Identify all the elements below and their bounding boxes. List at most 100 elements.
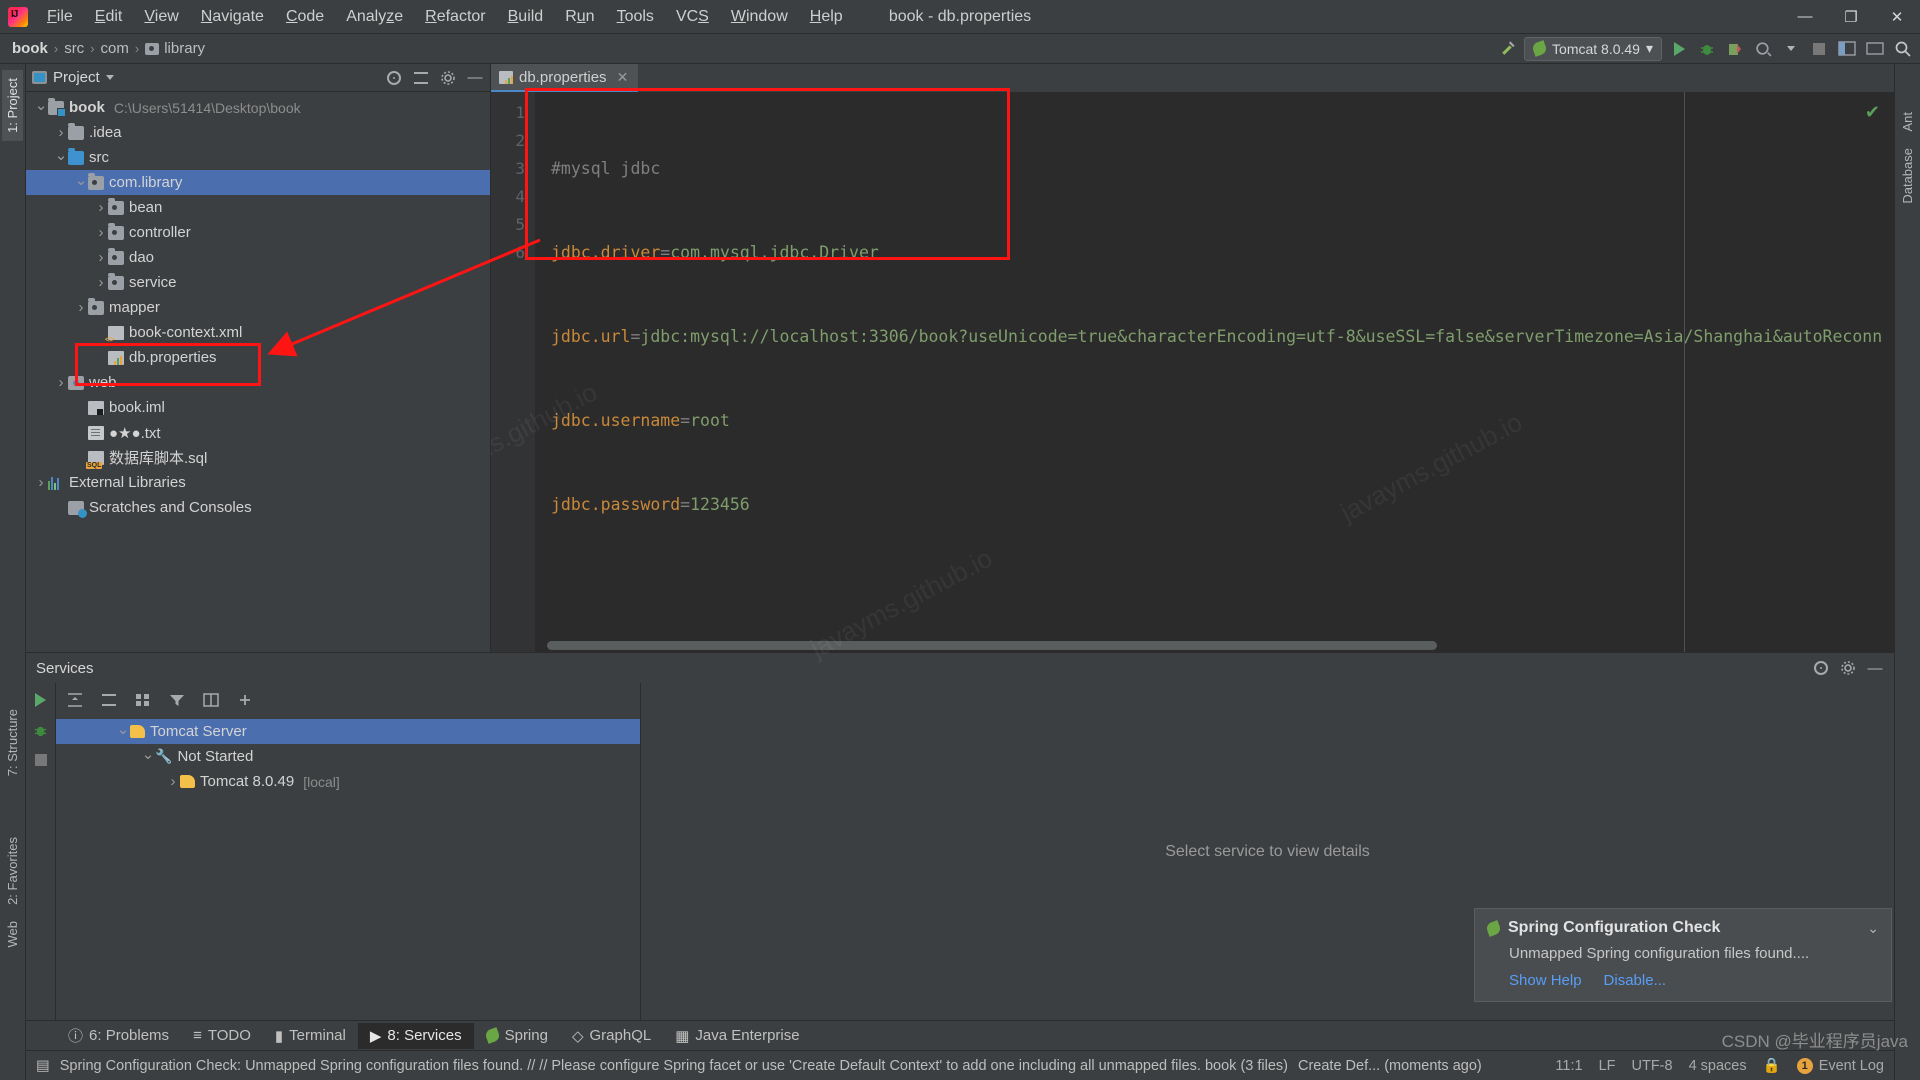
tree-item-src[interactable]: src xyxy=(26,145,490,170)
layout-icon[interactable] xyxy=(1836,38,1858,60)
chevron-right-icon[interactable] xyxy=(54,374,68,391)
event-log-button[interactable]: 1 Event Log xyxy=(1797,1058,1884,1074)
add-icon[interactable] xyxy=(236,691,254,709)
tree-item-book-iml[interactable]: book.iml xyxy=(26,395,490,420)
tree-item-book-context-xml[interactable]: <> book-context.xml xyxy=(26,320,490,345)
breadcrumb-item-src[interactable]: src xyxy=(58,38,90,59)
collapse-all-icon[interactable] xyxy=(100,691,118,709)
close-icon[interactable]: ✕ xyxy=(617,69,629,86)
tree-item-txt[interactable]: ●★●.txt xyxy=(26,420,490,445)
run-configuration-selector[interactable]: Tomcat 8.0.49 ▾ xyxy=(1524,37,1662,61)
menu-help[interactable]: Help xyxy=(799,3,854,31)
chevron-right-icon[interactable] xyxy=(94,224,108,241)
menu-tools[interactable]: Tools xyxy=(606,3,665,31)
chevron-right-icon[interactable] xyxy=(74,299,88,316)
minimize-button[interactable]: — xyxy=(1782,0,1828,34)
tool-tab-todo[interactable]: ≡ TODO xyxy=(181,1023,263,1048)
service-item-tomcat-server[interactable]: Tomcat Server xyxy=(56,719,640,744)
chevron-down-icon[interactable] xyxy=(141,748,155,766)
debug-service-icon[interactable] xyxy=(32,721,50,739)
breadcrumb-item-book[interactable]: book xyxy=(6,38,54,59)
horizontal-scrollbar[interactable] xyxy=(547,641,1437,650)
hide-icon[interactable]: — xyxy=(1866,659,1884,677)
chevron-right-icon[interactable] xyxy=(34,474,48,491)
services-tree[interactable]: Tomcat Server 🔧 Not Started Tomcat 8.0.4 xyxy=(56,717,640,1020)
expand-all-icon[interactable] xyxy=(66,691,84,709)
close-button[interactable]: ✕ xyxy=(1874,0,1920,34)
breadcrumb-item-com[interactable]: com xyxy=(95,38,135,59)
locate-file-icon[interactable] xyxy=(385,69,403,87)
inspection-status-icon[interactable]: ✔ xyxy=(1865,102,1880,123)
open-tab-icon[interactable] xyxy=(202,691,220,709)
search-icon[interactable] xyxy=(1892,38,1914,60)
lock-icon[interactable]: 🔒 xyxy=(1763,1057,1781,1074)
indent-setting[interactable]: 4 spaces xyxy=(1689,1058,1747,1074)
stop-service-icon[interactable] xyxy=(32,751,50,769)
stop-icon[interactable] xyxy=(1808,38,1830,60)
tool-tab-problems[interactable]: ⓘ 6: Problems xyxy=(56,1021,181,1050)
breadcrumb-item-library[interactable]: library xyxy=(139,38,211,59)
profile-icon[interactable] xyxy=(1752,38,1774,60)
gear-icon[interactable] xyxy=(439,69,457,87)
filter-icon[interactable] xyxy=(168,691,186,709)
service-item-tomcat-local[interactable]: Tomcat 8.0.49 [local] xyxy=(56,769,640,794)
locate-icon[interactable] xyxy=(1812,659,1830,677)
code-content[interactable]: #mysql jdbc jdbc.driver=com.mysql.jdbc.D… xyxy=(535,92,1894,652)
gear-icon[interactable] xyxy=(1839,659,1857,677)
tree-item-external-libraries[interactable]: External Libraries xyxy=(26,470,490,495)
chevron-right-icon[interactable] xyxy=(94,199,108,216)
menu-code[interactable]: Code xyxy=(275,3,335,31)
menu-window[interactable]: Window xyxy=(720,3,799,31)
line-separator[interactable]: LF xyxy=(1599,1058,1616,1074)
disable-link[interactable]: Disable... xyxy=(1604,972,1667,989)
chevron-down-icon[interactable]: ⌄ xyxy=(1867,920,1879,937)
debug-icon[interactable] xyxy=(1696,38,1718,60)
build-icon[interactable] xyxy=(1496,38,1518,60)
tree-item-service[interactable]: service xyxy=(26,270,490,295)
tool-tab-spring[interactable]: Spring xyxy=(474,1023,560,1048)
chevron-down-icon[interactable] xyxy=(116,723,130,741)
tree-item-web[interactable]: web xyxy=(26,370,490,395)
tree-item-controller[interactable]: controller xyxy=(26,220,490,245)
chevron-right-icon[interactable] xyxy=(94,249,108,266)
sidebar-item-favorites[interactable]: 2: Favorites xyxy=(2,829,23,913)
collapse-all-icon[interactable] xyxy=(412,69,430,87)
menu-refactor[interactable]: Refactor xyxy=(414,3,496,31)
menu-analyze[interactable]: Analyze xyxy=(335,3,414,31)
menu-navigate[interactable]: Navigate xyxy=(190,3,275,31)
tree-item-dao[interactable]: dao xyxy=(26,245,490,270)
status-action[interactable]: Create Def... (moments ago) xyxy=(1298,1058,1482,1074)
menu-build[interactable]: Build xyxy=(497,3,555,31)
menu-vcs[interactable]: VCS xyxy=(665,3,720,31)
sidebar-item-structure[interactable]: 7: Structure xyxy=(2,701,23,784)
menu-run[interactable]: Run xyxy=(554,3,605,31)
tool-tab-terminal[interactable]: ▮ Terminal xyxy=(263,1023,358,1049)
menu-view[interactable]: View xyxy=(133,3,189,31)
chevron-down-icon[interactable] xyxy=(74,174,88,192)
tree-item-sql[interactable]: SQL 数据库脚本.sql xyxy=(26,445,490,470)
coverage-icon[interactable] xyxy=(1724,38,1746,60)
maximize-button[interactable]: ❐ xyxy=(1828,0,1874,34)
file-encoding[interactable]: UTF-8 xyxy=(1631,1058,1672,1074)
code-editor[interactable]: 1 2 3 4 5 6 #mysql jdbc jdbc.driver=com.… xyxy=(491,92,1894,652)
group-icon[interactable] xyxy=(134,691,152,709)
run-icon[interactable] xyxy=(1668,38,1690,60)
chevron-down-icon[interactable] xyxy=(34,99,48,117)
caret-position[interactable]: 11:1 xyxy=(1555,1058,1582,1074)
notification-popup[interactable]: Spring Configuration Check ⌄ Unmapped Sp… xyxy=(1474,908,1892,1002)
run-service-icon[interactable] xyxy=(32,691,50,709)
project-tree[interactable]: book C:\Users\51414\Desktop\book .idea xyxy=(26,92,490,652)
menu-file[interactable]: File xyxy=(36,3,84,31)
show-help-link[interactable]: Show Help xyxy=(1509,972,1582,989)
service-item-not-started[interactable]: 🔧 Not Started xyxy=(56,744,640,769)
chevron-right-icon[interactable] xyxy=(94,274,108,291)
tool-tab-java-enterprise[interactable]: ▦ Java Enterprise xyxy=(663,1023,811,1049)
tool-tab-services[interactable]: ▶ 8: Services xyxy=(358,1023,474,1049)
tree-item-db-properties[interactable]: db.properties xyxy=(26,345,490,370)
hide-panel-icon[interactable]: — xyxy=(466,69,484,87)
chevron-down-icon[interactable] xyxy=(1780,38,1802,60)
tree-item-mapper[interactable]: mapper xyxy=(26,295,490,320)
chevron-down-icon[interactable] xyxy=(54,149,68,167)
sidebar-item-project[interactable]: 1: Project xyxy=(2,70,23,141)
tree-item-bean[interactable]: bean xyxy=(26,195,490,220)
